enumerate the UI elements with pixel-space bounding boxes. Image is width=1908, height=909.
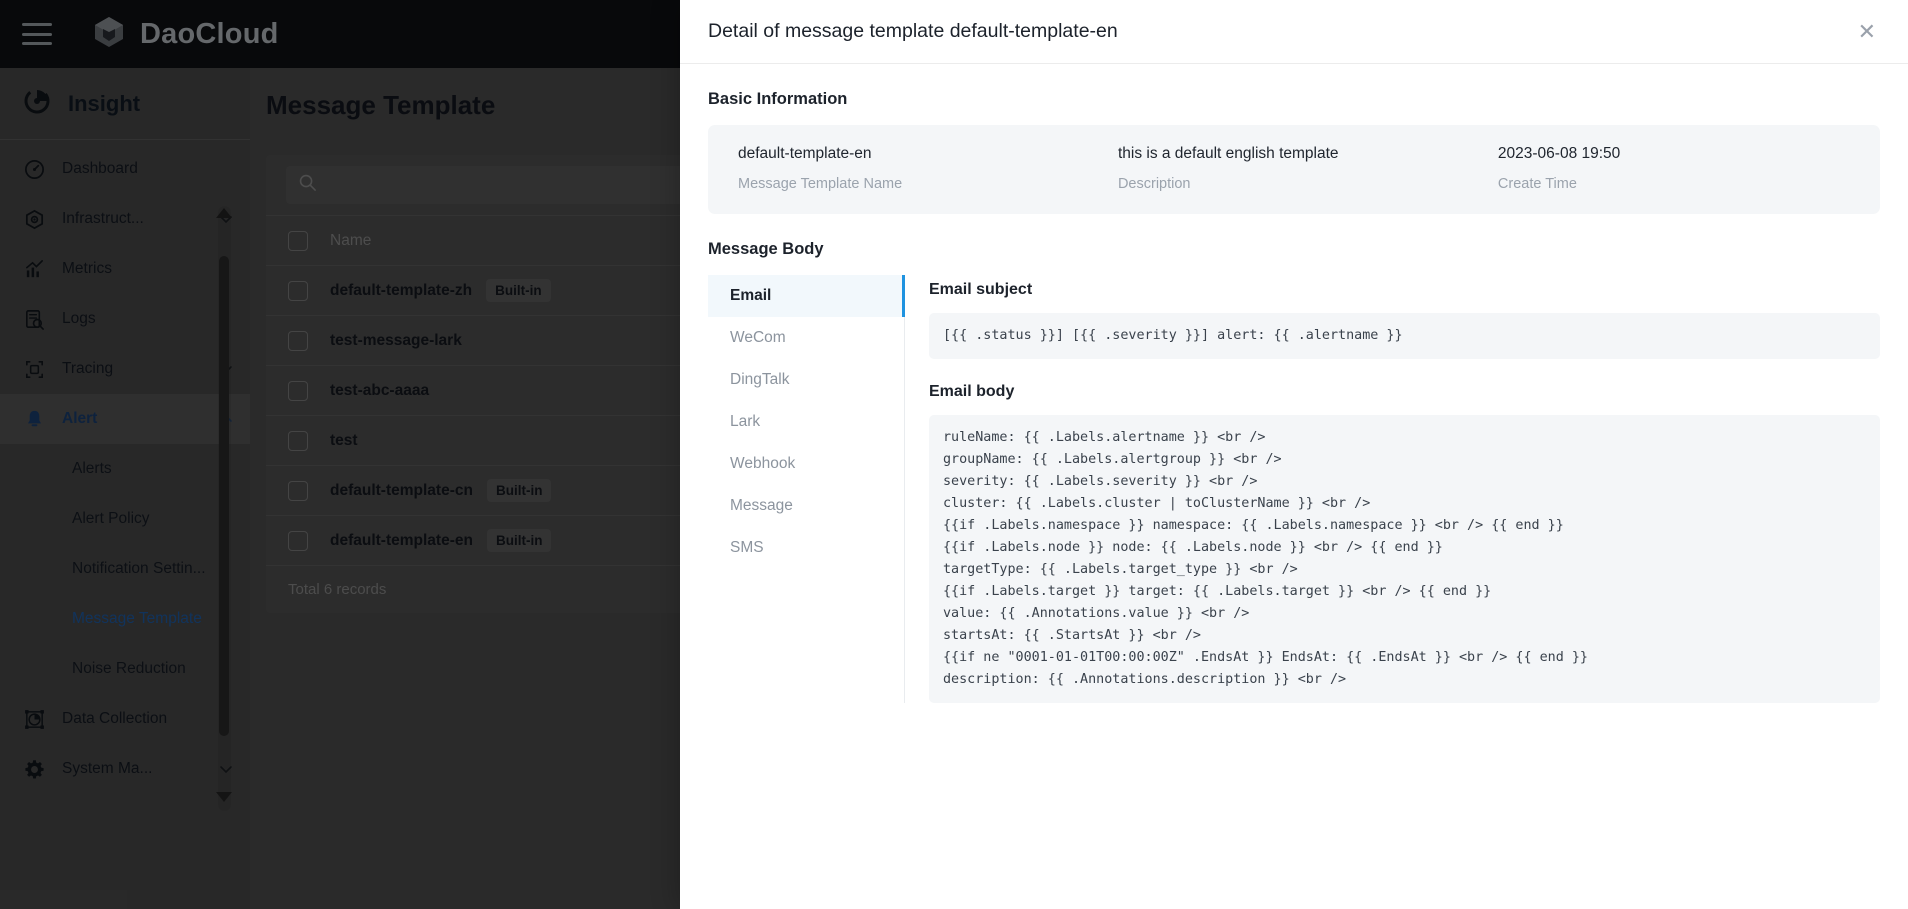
info-label: Description: [1118, 176, 1484, 192]
tab-sms[interactable]: SMS: [708, 527, 904, 569]
tab-label: DingTalk: [730, 371, 789, 389]
basic-information-heading: Basic Information: [708, 90, 1880, 109]
tab-label: Email: [730, 287, 771, 305]
tab-message[interactable]: Message: [708, 485, 904, 527]
tab-label: Webhook: [730, 455, 795, 473]
info-value: this is a default english template: [1118, 145, 1484, 163]
tab-label: WeCom: [730, 329, 786, 347]
info-value: default-template-en: [738, 145, 1104, 163]
app-root: DaoCloud Insight: [0, 0, 1908, 909]
tab-webhook[interactable]: Webhook: [708, 443, 904, 485]
message-body-heading: Message Body: [708, 240, 1880, 259]
email-body-value: ruleName: {{ .Labels.alertname }} <br />…: [929, 415, 1880, 703]
basic-information-card: default-template-en Message Template Nam…: [708, 125, 1880, 214]
tab-lark[interactable]: Lark: [708, 401, 904, 443]
tab-wecom[interactable]: WeCom: [708, 317, 904, 359]
email-subject-label: Email subject: [929, 281, 1880, 299]
drawer-header: Detail of message template default-templ…: [680, 0, 1908, 64]
tab-dingtalk[interactable]: DingTalk: [708, 359, 904, 401]
drawer-body: Basic Information default-template-en Me…: [680, 64, 1908, 909]
tab-label: Message: [730, 497, 793, 515]
message-body-section: Email WeCom DingTalk Lark Webhook: [708, 275, 1880, 703]
tab-email[interactable]: Email: [708, 275, 904, 317]
email-subject-value: [{{ .status }}] [{{ .severity }}] alert:…: [929, 313, 1880, 359]
channel-tab-list: Email WeCom DingTalk Lark Webhook: [708, 275, 905, 703]
info-field-create-time: 2023-06-08 19:50 Create Time: [1484, 145, 1864, 192]
drawer-title: Detail of message template default-templ…: [708, 20, 1852, 43]
info-field-template-name: default-template-en Message Template Nam…: [724, 145, 1104, 192]
detail-drawer: Detail of message template default-templ…: [680, 0, 1908, 909]
tab-label: SMS: [730, 539, 764, 557]
info-value: 2023-06-08 19:50: [1498, 145, 1864, 163]
tab-label: Lark: [730, 413, 760, 431]
email-body-label: Email body: [929, 383, 1880, 401]
close-icon[interactable]: ✕: [1852, 17, 1882, 47]
info-label: Message Template Name: [738, 176, 1104, 192]
info-field-description: this is a default english template Descr…: [1104, 145, 1484, 192]
info-label: Create Time: [1498, 176, 1864, 192]
email-panel: Email subject [{{ .status }}] [{{ .sever…: [905, 275, 1880, 703]
